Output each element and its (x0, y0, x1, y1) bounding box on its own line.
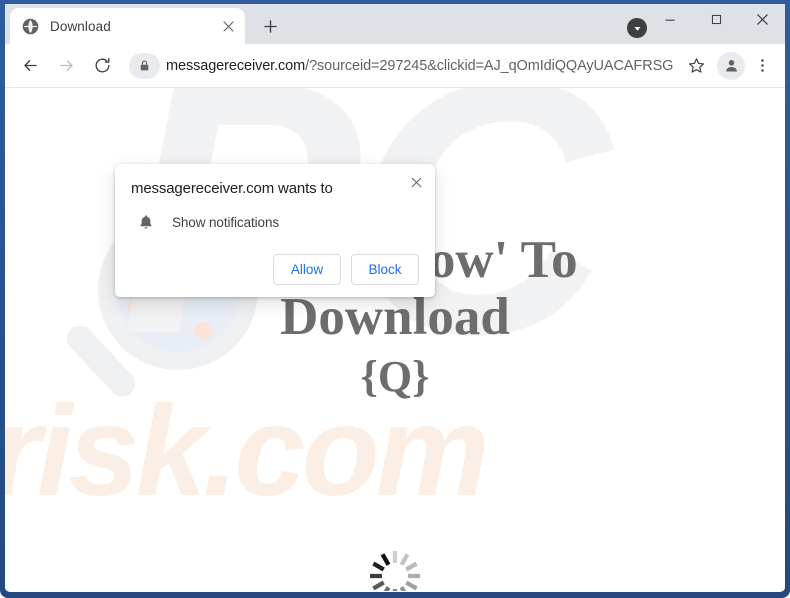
star-icon[interactable] (681, 51, 711, 81)
maximize-button[interactable] (693, 4, 739, 35)
url-host: messagereceiver.com (166, 57, 306, 74)
three-dot-menu-icon[interactable] (747, 51, 777, 81)
new-tab-button[interactable] (255, 11, 285, 41)
download-chevron-icon[interactable] (627, 18, 647, 38)
reload-icon[interactable] (87, 51, 117, 81)
tab-strip: Download (5, 4, 785, 44)
close-window-button[interactable] (739, 4, 785, 35)
permission-label: Show notifications (172, 214, 280, 230)
url-text: messagereceiver.com/?sourceid=297245&cli… (166, 58, 673, 74)
window-caption-buttons (647, 4, 785, 44)
loading-spinner-icon (362, 543, 428, 591)
bell-icon (137, 213, 155, 231)
minimize-button[interactable] (647, 4, 693, 35)
arrow-right-icon (51, 51, 81, 81)
block-button[interactable]: Block (351, 254, 419, 285)
browser-window-frame: Download messagereceiver.com/?sourceid=2… (0, 0, 790, 598)
dialog-actions: Allow Block (131, 254, 419, 285)
allow-button[interactable]: Allow (273, 254, 341, 285)
browser-window: Download messagereceiver.com/?sourceid=2… (5, 4, 785, 592)
permission-row: Show notifications (131, 213, 419, 231)
headline-line-3: {Q} (360, 352, 430, 401)
person-avatar-icon[interactable] (717, 51, 745, 80)
close-icon[interactable] (405, 171, 427, 193)
lock-icon[interactable] (129, 52, 160, 79)
dialog-heading: messagereceiver.com wants to (131, 180, 333, 197)
address-bar[interactable]: messagereceiver.com/?sourceid=297245&cli… (129, 51, 673, 81)
globe-icon (22, 18, 39, 35)
browser-toolbar: messagereceiver.com/?sourceid=297245&cli… (5, 44, 785, 88)
tab-title: Download (50, 18, 111, 34)
browser-tab-download[interactable]: Download (10, 8, 245, 44)
watermark-risk: risk.com (5, 380, 489, 523)
notification-permission-dialog: messagereceiver.com wants to Show notifi… (115, 164, 435, 297)
tab-close-icon[interactable] (217, 15, 239, 37)
url-path: /?sourceid=297245&clickid=AJ_qOmIdiQQAyU… (305, 57, 673, 74)
arrow-left-icon[interactable] (15, 51, 45, 81)
page-viewport: PC risk.com Click 'Allow' To Download {Q… (5, 88, 785, 591)
